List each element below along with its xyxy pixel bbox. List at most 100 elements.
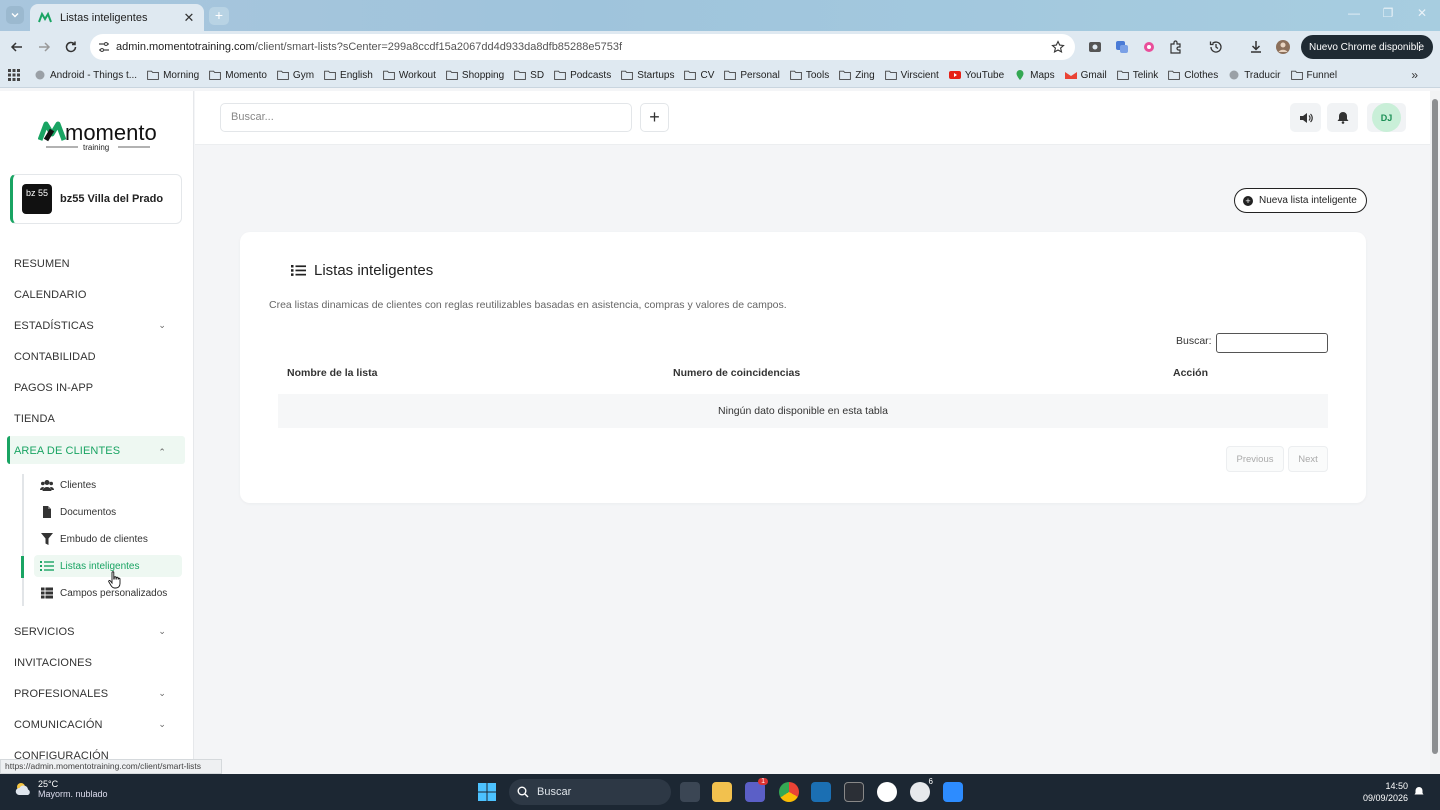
bookmark-item[interactable]: CV	[684, 70, 714, 81]
app-store-icon[interactable]	[877, 782, 897, 802]
nav-pagos-in-app[interactable]: PAGOS IN-APP	[14, 382, 174, 394]
extensions-puzzle-icon[interactable]	[1168, 39, 1184, 55]
nav-profesionales[interactable]: PROFESIONALES ⌄	[14, 688, 174, 700]
organization-selector[interactable]: bz 55 bz55 Villa del Prado	[10, 174, 182, 224]
minimize-icon[interactable]: —	[1344, 6, 1364, 20]
column-header-name[interactable]: Nombre de la lista	[287, 367, 377, 379]
subnav-clientes[interactable]: Clientes	[40, 479, 96, 491]
bookmark-item[interactable]: English	[324, 70, 373, 81]
scrollbar-thumb[interactable]	[1432, 99, 1438, 754]
browser-tab-active[interactable]: Listas inteligentes ✕	[30, 4, 204, 31]
search-icon	[517, 786, 529, 798]
bookmark-item[interactable]: Shopping	[446, 70, 504, 81]
chrome-icon[interactable]	[779, 782, 799, 802]
quick-add-button[interactable]: +	[640, 103, 669, 132]
nav-invitaciones[interactable]: INVITACIONES	[14, 657, 174, 669]
bookmark-item[interactable]: SD	[514, 70, 544, 81]
list-icon	[291, 265, 306, 276]
nav-estadisticas[interactable]: ESTADÍSTICAS ⌄	[14, 320, 174, 332]
zoom-icon[interactable]	[943, 782, 963, 802]
system-clock[interactable]: 14:50 09/09/2026	[1360, 780, 1408, 804]
profile-avatar-icon[interactable]	[1275, 39, 1291, 55]
nav-resumen[interactable]: RESUMEN	[14, 258, 174, 270]
task-view-icon[interactable]	[680, 782, 700, 802]
terminal-icon[interactable]	[844, 782, 864, 802]
subnav-listas-inteligentes[interactable]: Listas inteligentes	[40, 560, 140, 572]
subnav-campos-personalizados[interactable]: Campos personalizados	[40, 587, 167, 599]
tab-search-button[interactable]	[6, 6, 24, 24]
bookmark-item[interactable]: Telink	[1116, 70, 1158, 81]
bookmark-item[interactable]: Virscient	[884, 70, 939, 81]
new-smart-list-button[interactable]: + Nueva lista inteligente	[1234, 188, 1367, 213]
chatgpt-icon[interactable]: 6	[910, 777, 933, 802]
close-window-icon[interactable]: ✕	[1412, 6, 1432, 20]
bookmark-item[interactable]: Traducir	[1228, 70, 1281, 81]
nav-area-de-clientes[interactable]: AREA DE CLIENTES ⌃	[14, 445, 174, 457]
notification-center-icon[interactable]	[1413, 786, 1425, 798]
bookmark-star-icon[interactable]	[1051, 40, 1065, 54]
bookmark-item[interactable]: Podcasts	[554, 70, 611, 81]
folder-icon	[724, 70, 737, 80]
bookmark-item[interactable]: Funnel	[1290, 70, 1337, 81]
bookmark-label: English	[340, 69, 373, 81]
subnav-documentos[interactable]: Documentos	[40, 506, 116, 518]
record-extension-icon[interactable]	[1141, 39, 1157, 55]
translate-extension-icon[interactable]	[1114, 39, 1130, 55]
bookmark-item[interactable]: Android - Things t...	[34, 70, 137, 81]
screenshot-extension-icon[interactable]	[1087, 39, 1103, 55]
bookmark-item[interactable]: Momento	[209, 70, 267, 81]
new-tab-button[interactable]: +	[209, 7, 229, 25]
close-tab-icon[interactable]: ✕	[182, 10, 196, 26]
nav-servicios[interactable]: SERVICIOS ⌄	[14, 626, 174, 638]
bookmark-item[interactable]: Clothes	[1168, 70, 1218, 81]
page-scrollbar[interactable]	[1430, 91, 1440, 774]
user-avatar[interactable]: DJ	[1372, 103, 1401, 132]
file-explorer-icon[interactable]	[712, 782, 732, 802]
reload-icon[interactable]	[63, 39, 79, 55]
bookmark-item[interactable]: Startups	[621, 70, 674, 81]
column-header-matches[interactable]: Numero de coincidencias	[673, 367, 800, 379]
pagination-next-button[interactable]: Next	[1288, 446, 1328, 472]
chrome-update-button[interactable]: Nuevo Chrome disponible ⋮	[1301, 35, 1433, 59]
pagination-previous-button[interactable]: Previous	[1226, 446, 1284, 472]
sound-button[interactable]	[1290, 103, 1321, 132]
back-arrow-icon[interactable]	[9, 39, 25, 55]
bookmark-item[interactable]: Tools	[789, 70, 829, 81]
url-path: /client/smart-lists?sCenter=299a8ccdf15a…	[254, 41, 623, 53]
bookmark-item[interactable]: YouTube	[948, 70, 1004, 81]
address-bar[interactable]: admin.momentotraining.com/client/smart-l…	[90, 34, 1075, 60]
column-header-action[interactable]: Acción	[1173, 367, 1208, 379]
more-bookmarks-icon[interactable]: »	[1411, 68, 1418, 82]
bookmark-item[interactable]: Gym	[277, 70, 314, 81]
teams-icon[interactable]: 1	[745, 778, 768, 802]
global-search-input[interactable]: Buscar...	[220, 103, 632, 132]
bookmark-item[interactable]: Zing	[839, 70, 875, 81]
subnav-embudo[interactable]: Embudo de clientes	[40, 533, 148, 545]
bookmark-item[interactable]: Personal	[724, 70, 780, 81]
steam-icon[interactable]	[811, 782, 831, 802]
nav-comunicacion[interactable]: COMUNICACIÓN ⌄	[14, 719, 174, 731]
forward-arrow-icon[interactable]	[36, 39, 52, 55]
windows-start-icon[interactable]	[478, 783, 496, 801]
download-icon[interactable]	[1248, 39, 1264, 55]
weather-widget[interactable]: 25°C Mayorm. nublado	[14, 779, 108, 799]
nav-calendario[interactable]: CALENDARIO	[14, 289, 174, 301]
bookmark-item[interactable]: Gmail	[1064, 70, 1107, 81]
kebab-menu-icon[interactable]: ⋮	[1414, 40, 1425, 53]
notifications-button[interactable]	[1327, 103, 1358, 132]
apps-grid-icon[interactable]	[8, 69, 20, 81]
nav-profesionales-label: PROFESIONALES	[14, 688, 109, 700]
nav-tienda[interactable]: TIENDA	[14, 413, 174, 425]
bookmark-item[interactable]: Morning	[147, 70, 199, 81]
bookmark-item[interactable]: Maps	[1014, 70, 1055, 81]
site-settings-icon[interactable]	[98, 41, 110, 53]
app-topbar: Buscar... + DJ	[195, 91, 1430, 145]
taskbar-search[interactable]: Buscar	[509, 779, 671, 805]
restore-icon[interactable]: ❐	[1378, 6, 1398, 20]
history-icon[interactable]	[1208, 39, 1224, 55]
table-search-input[interactable]	[1216, 333, 1328, 353]
bookmark-item[interactable]: Workout	[382, 70, 436, 81]
subnav-clientes-label: Clientes	[60, 479, 97, 491]
nav-contabilidad[interactable]: CONTABILIDAD	[14, 351, 174, 363]
sidebar: momento training bz 55 bz55 Villa del Pr…	[0, 91, 194, 774]
